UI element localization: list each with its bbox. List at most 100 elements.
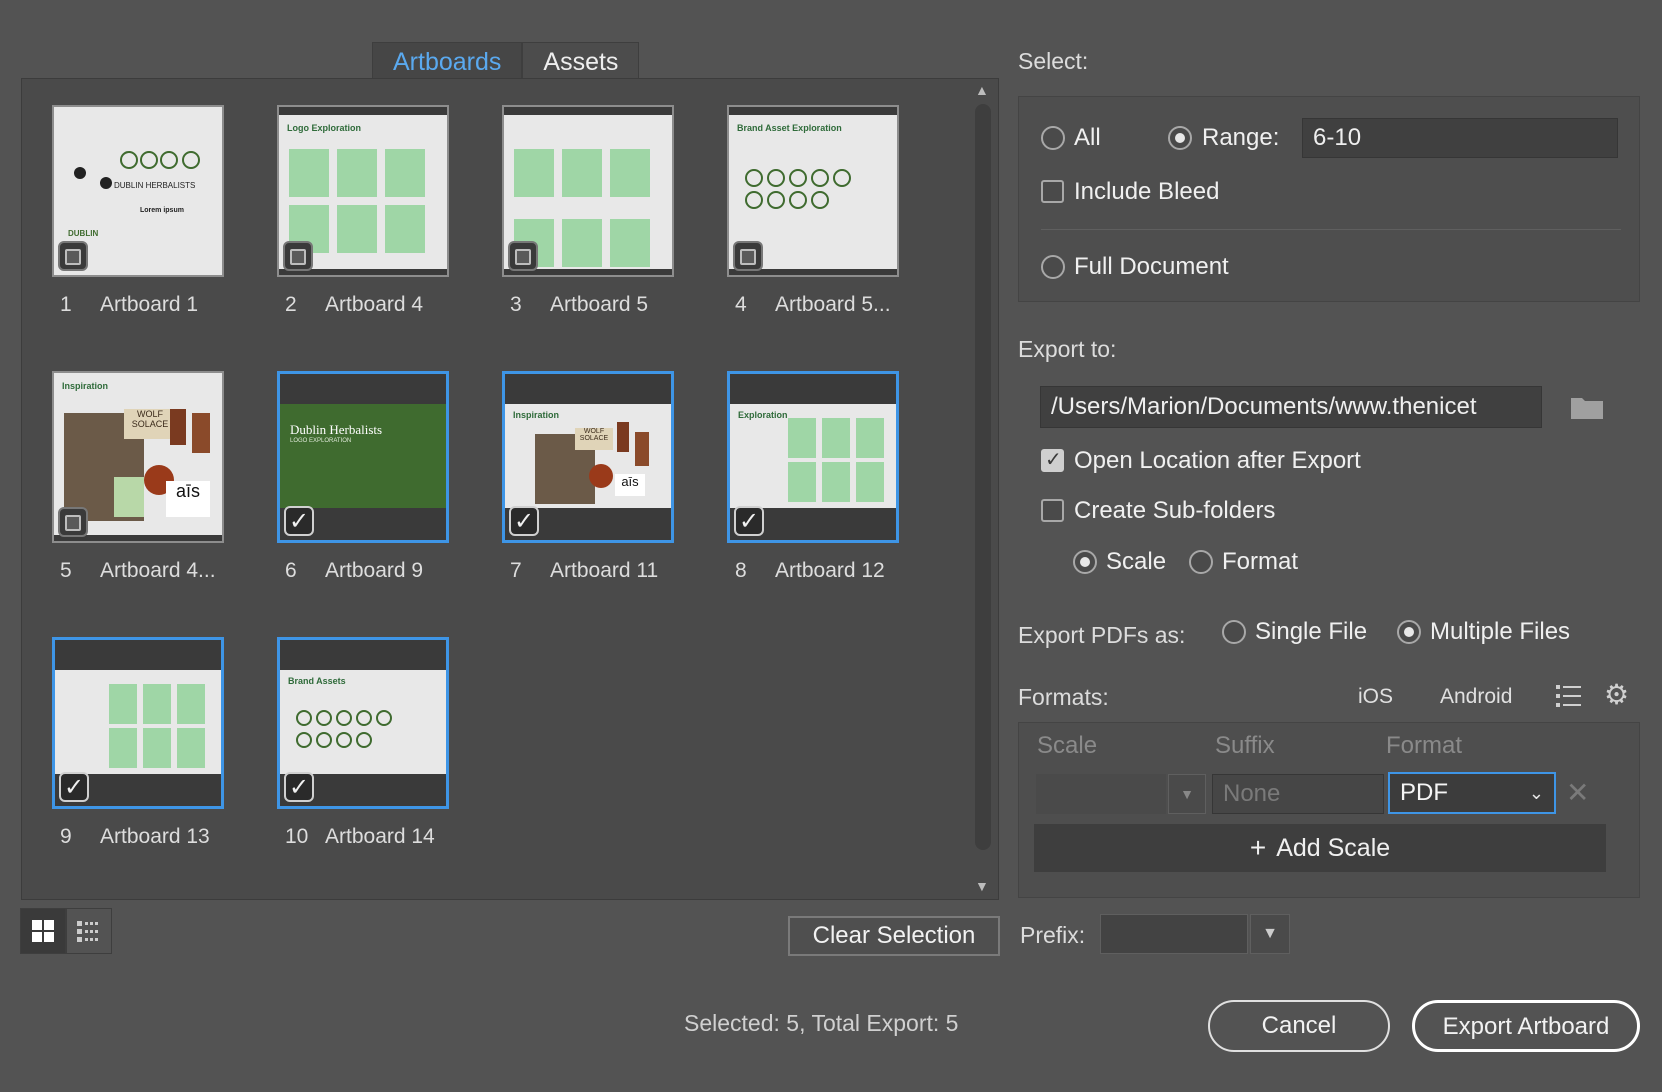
open-location-checkbox[interactable]	[1041, 447, 1064, 472]
artboard-thumbnail[interactable]: ✓	[52, 637, 224, 809]
radio-format[interactable]	[1189, 550, 1213, 574]
view-toggle	[20, 908, 112, 954]
full-document-label: Full Document	[1074, 253, 1229, 280]
divider	[1041, 229, 1621, 230]
artboard-checkbox[interactable]: ✓	[509, 506, 539, 536]
single-file-label: Single File	[1255, 618, 1368, 645]
artboard-thumbnail[interactable]: Dublin Herbalists LOGO EXPLORATION ✓	[277, 371, 449, 543]
artboard-checkbox[interactable]	[733, 241, 763, 271]
thumb-text: Lorem ipsum	[140, 207, 184, 214]
export-pdfs-label: Export PDFs as:	[1018, 622, 1186, 648]
scroll-thumb[interactable]	[975, 104, 991, 850]
artboard-checkbox[interactable]: ✓	[284, 772, 314, 802]
tab-artboards[interactable]: Artboards	[372, 42, 523, 79]
thumb-title: Brand Assets	[288, 676, 346, 686]
artboard-caption: 6 Artboard 9	[285, 559, 424, 582]
thumb-title: Dublin Herbalists	[290, 422, 383, 437]
artboard-thumbnail[interactable]: Exploration ✓	[727, 371, 899, 543]
radio-single-file[interactable]	[1222, 620, 1246, 644]
radio-all[interactable]	[1041, 126, 1065, 150]
ios-preset-button[interactable]: iOS	[1358, 685, 1393, 709]
thumb-text: WOLF SOLACE	[575, 428, 613, 450]
artboard-caption: 9 Artboard 13	[60, 825, 210, 848]
select-heading: Select:	[1018, 48, 1089, 74]
artboard-checkbox[interactable]: ✓	[284, 506, 314, 536]
radio-full-document[interactable]	[1041, 255, 1065, 279]
artboard-checkbox[interactable]	[58, 507, 88, 537]
scroll-down-icon[interactable]: ▼	[975, 878, 989, 894]
artboard-caption: 5 Artboard 4...	[60, 559, 216, 582]
artboard-scrollbar[interactable]: ▲ ▼	[972, 82, 994, 894]
col-format-header: Format	[1386, 732, 1463, 759]
status-text: Selected: 5, Total Export: 5	[684, 1010, 959, 1036]
thumb-text: aīs	[615, 474, 645, 496]
artboard-thumbnail[interactable]: Brand Asset Exploration	[727, 105, 899, 277]
prefix-input[interactable]	[1100, 914, 1248, 954]
list-view-button[interactable]	[66, 908, 112, 954]
thumb-title: Brand Asset Exploration	[737, 123, 842, 133]
export-to-heading: Export to:	[1018, 336, 1117, 362]
radio-range[interactable]	[1168, 126, 1192, 150]
artboard-thumbnail[interactable]: DUBLIN HERBALISTS Lorem ipsum DUBLIN	[52, 105, 224, 277]
cancel-button[interactable]: Cancel	[1208, 1000, 1390, 1052]
artboard-checkbox[interactable]	[58, 241, 88, 271]
suffix-input[interactable]: None	[1212, 774, 1384, 814]
thumb-text: DUBLIN HERBALISTS	[114, 181, 196, 190]
artboard-caption: 3 Artboard 5	[510, 293, 649, 316]
tab-assets[interactable]: Assets	[522, 42, 640, 79]
scroll-up-icon[interactable]: ▲	[975, 82, 989, 98]
prefix-label: Prefix:	[1020, 922, 1086, 948]
folder-icon[interactable]	[1570, 394, 1604, 420]
radio-range-label: Range:	[1202, 124, 1280, 151]
include-bleed-label: Include Bleed	[1074, 178, 1220, 205]
artboard-thumbnail[interactable]: Brand Assets ✓	[277, 637, 449, 809]
prefix-dropdown-arrow-icon[interactable]: ▼	[1250, 914, 1290, 954]
gear-icon[interactable]: ⚙	[1604, 678, 1629, 711]
artboard-checkbox[interactable]	[508, 241, 538, 271]
radio-scale[interactable]	[1073, 550, 1097, 574]
export-artboard-button[interactable]: Export Artboard	[1412, 1000, 1640, 1052]
scale-dropdown-arrow-icon[interactable]: ▼	[1168, 774, 1206, 814]
tab-bar: Artboards Assets	[372, 42, 640, 79]
create-subfolders-label: Create Sub-folders	[1074, 497, 1276, 524]
artboard-checkbox[interactable]: ✓	[734, 506, 764, 536]
list-icon[interactable]	[1556, 683, 1582, 709]
col-suffix-header: Suffix	[1215, 732, 1275, 759]
radio-multiple-files[interactable]	[1397, 620, 1421, 644]
range-input[interactable]: 6-10	[1302, 118, 1618, 158]
thumb-title: Inspiration	[513, 410, 560, 420]
radio-all-label: All	[1074, 124, 1101, 151]
artboard-caption: 2 Artboard 4	[285, 293, 424, 316]
add-scale-button[interactable]: + Add Scale	[1034, 824, 1606, 872]
scale-select[interactable]	[1036, 774, 1166, 814]
grid-view-button[interactable]	[20, 908, 66, 954]
export-path-field[interactable]: /Users/Marion/Documents/www.thenicet	[1040, 386, 1542, 428]
col-scale-header: Scale	[1037, 732, 1098, 759]
create-subfolders-checkbox[interactable]	[1041, 499, 1064, 522]
artboard-checkbox[interactable]: ✓	[59, 772, 89, 802]
artboard-caption: 10 Artboard 14	[285, 825, 435, 848]
format-select-value: PDF	[1400, 779, 1448, 806]
chevron-down-icon: ⌄	[1528, 783, 1544, 803]
artboard-grid-panel: DUBLIN HERBALISTS Lorem ipsum DUBLIN 1 Ar…	[21, 78, 999, 900]
format-select[interactable]: PDF ⌄	[1388, 772, 1556, 814]
artboard-thumbnail[interactable]	[502, 105, 674, 277]
artboard-caption: 1 Artboard 1	[60, 293, 199, 316]
artboard-thumbnail[interactable]: Inspiration WOLF SOLACE aīs	[52, 371, 224, 543]
list-icon	[77, 921, 98, 942]
thumb-text: aīs	[166, 481, 210, 517]
artboard-thumbnail[interactable]: Inspiration WOLF SOLACE aīs ✓	[502, 371, 674, 543]
android-preset-button[interactable]: Android	[1440, 685, 1512, 709]
artboard-caption: 7 Artboard 11	[510, 559, 659, 582]
thumb-title: Exploration	[738, 410, 788, 420]
close-icon[interactable]: ✕	[1566, 776, 1589, 809]
artboard-caption: 8 Artboard 12	[735, 559, 885, 582]
thumb-text: DUBLIN	[68, 229, 99, 238]
open-location-label: Open Location after Export	[1074, 447, 1361, 474]
formats-heading: Formats:	[1018, 684, 1109, 710]
artboard-checkbox[interactable]	[283, 241, 313, 271]
clear-selection-button[interactable]: Clear Selection	[788, 916, 1000, 956]
radio-format-label: Format	[1222, 548, 1299, 575]
artboard-thumbnail[interactable]: Logo Exploration	[277, 105, 449, 277]
include-bleed-checkbox[interactable]	[1041, 180, 1064, 203]
